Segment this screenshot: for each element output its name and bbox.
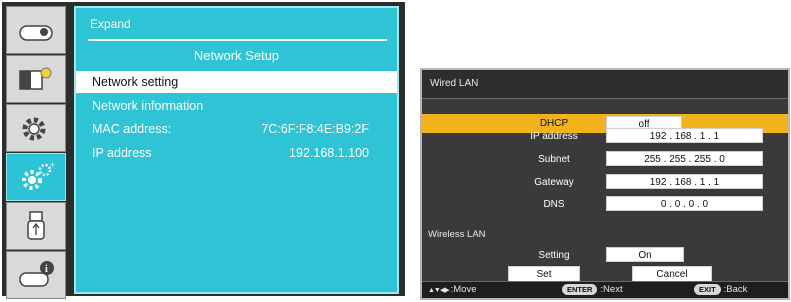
- expand-settings-icon: +: [22, 160, 55, 190]
- tab-picture[interactable]: [6, 55, 66, 103]
- dialog-header: Wired LAN: [422, 70, 788, 99]
- ip-address-field[interactable]: 192 . 168 . 1 . 1: [606, 128, 763, 143]
- breadcrumb: Expand: [90, 17, 131, 31]
- menu-item-network-information[interactable]: Network information: [76, 95, 397, 117]
- arrow-keys-icon: ▲▼◀▶: [428, 286, 450, 294]
- settings-gear-icon: [22, 117, 46, 141]
- menu-item-label: IP address: [92, 146, 152, 160]
- back-label: :Back: [723, 284, 748, 295]
- menu-item-label: MAC address:: [92, 122, 172, 136]
- ip-address-value: 192.168.1.100: [289, 146, 369, 160]
- projector-info-icon: i: [19, 261, 54, 287]
- menu-item-mac-address: MAC address: 7C:6F:F8:4E:B9:2F: [76, 118, 397, 140]
- breadcrumb-divider: [88, 39, 387, 41]
- wireless-setting-label: Setting: [538, 250, 570, 261]
- menu-item-label: Network information: [92, 99, 204, 113]
- tab-expand[interactable]: +: [6, 153, 66, 201]
- footer-exit-hint: EXIT :Back: [694, 284, 747, 295]
- menu-tab-column: + i: [6, 6, 68, 299]
- dialog-footer: ▲▼◀▶ :Move ENTER :Next EXIT :Back: [422, 281, 788, 298]
- wireless-lan-title: Wireless LAN: [428, 229, 486, 240]
- wireless-setting-field[interactable]: On: [606, 247, 684, 262]
- projector-icon: [19, 25, 53, 41]
- tab-info[interactable]: i: [6, 251, 66, 299]
- set-button[interactable]: Set: [508, 266, 580, 282]
- dns-field[interactable]: 0 . 0 . 0 . 0: [606, 196, 763, 211]
- dhcp-label: DHCP: [539, 118, 569, 129]
- network-setup-panel: Expand Network Setup Network setting Net…: [74, 6, 399, 294]
- svg-text:i: i: [45, 264, 48, 275]
- dialog-title: Wired LAN: [430, 78, 479, 89]
- cancel-button[interactable]: Cancel: [632, 266, 712, 282]
- wired-lan-dialog: Wired LAN DHCP off IP address 192 . 168 …: [420, 68, 790, 300]
- menu-item-label: Network setting: [92, 75, 179, 89]
- tab-projector[interactable]: [6, 6, 66, 54]
- subnet-label: Subnet: [538, 154, 570, 165]
- move-label: :Move: [450, 284, 477, 295]
- mac-address-value: 7C:6F:F8:4E:B9:2F: [261, 122, 369, 136]
- gateway-field[interactable]: 192 . 168 . 1 . 1: [606, 174, 763, 189]
- menu-item-ip-address: IP address 192.168.1.100: [76, 142, 397, 164]
- next-label: :Next: [600, 284, 623, 295]
- ip-address-label: IP address: [530, 131, 578, 142]
- footer-enter-hint: ENTER :Next: [562, 284, 623, 295]
- picture-adjust-icon: [19, 67, 52, 90]
- subnet-field[interactable]: 255 . 255 . 255 . 0: [606, 151, 763, 166]
- usb-icon: [27, 211, 45, 240]
- tab-settings[interactable]: [6, 104, 66, 152]
- svg-text:+: +: [50, 160, 55, 170]
- page-title: Network Setup: [193, 48, 280, 63]
- footer-move-hint: ▲▼◀▶ :Move: [428, 284, 477, 295]
- gateway-label: Gateway: [534, 177, 574, 188]
- enter-key-icon: ENTER: [562, 284, 598, 295]
- tab-usb[interactable]: [6, 202, 66, 250]
- dns-label: DNS: [543, 199, 565, 210]
- projector-main-menu: + i Expand Network Setup Network setting: [2, 2, 405, 299]
- menu-item-network-setting[interactable]: Network setting: [76, 71, 397, 93]
- exit-key-icon: EXIT: [694, 284, 721, 295]
